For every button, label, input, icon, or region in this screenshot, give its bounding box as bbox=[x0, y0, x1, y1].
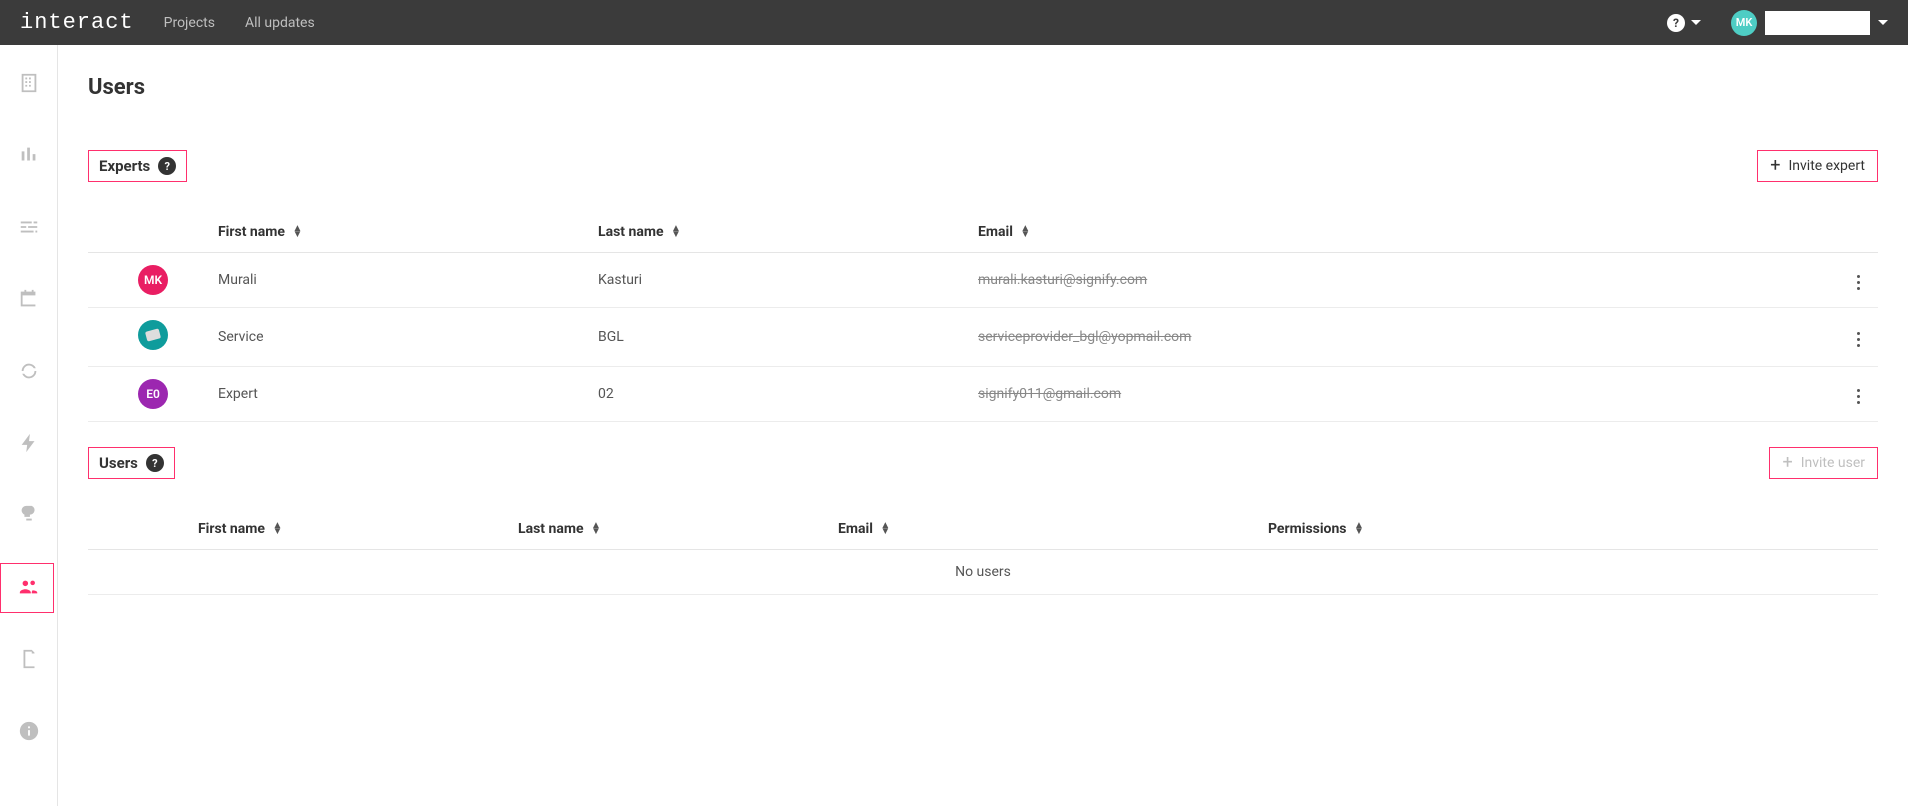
cell-email: serviceprovider_bgl@yopmail.com bbox=[978, 329, 1191, 345]
user-dropdown-chevron-icon[interactable] bbox=[1878, 20, 1888, 25]
sidebar-item-energy[interactable] bbox=[5, 423, 53, 463]
invite-user-button[interactable]: + Invite user bbox=[1769, 447, 1878, 479]
experts-section-header: Experts ? + Invite expert bbox=[88, 150, 1878, 182]
sort-icon: ▲▼ bbox=[880, 523, 890, 535]
cell-first-name: Service bbox=[208, 308, 588, 367]
sidebar-item-settings[interactable] bbox=[5, 207, 53, 247]
cell-last-name: Kasturi bbox=[588, 253, 968, 308]
sort-icon: ▲▼ bbox=[1020, 226, 1030, 238]
users-col-permissions-label: Permissions bbox=[1268, 521, 1346, 537]
user-avatar[interactable]: MK bbox=[1731, 10, 1757, 36]
users-col-first[interactable]: First name ▲▼ bbox=[188, 509, 508, 550]
sort-icon: ▲▼ bbox=[272, 523, 282, 535]
experts-col-actions bbox=[1818, 212, 1878, 253]
user-context-select[interactable] bbox=[1765, 11, 1870, 35]
sort-icon: ▲▼ bbox=[591, 523, 601, 535]
sidebar-item-building[interactable] bbox=[5, 63, 53, 103]
experts-col-first-label: First name bbox=[218, 224, 285, 240]
cell-last-name: BGL bbox=[588, 308, 968, 367]
users-empty-row: No users bbox=[88, 550, 1878, 595]
info-icon bbox=[18, 720, 40, 742]
users-table: First name ▲▼ Last name ▲▼ Email ▲▼ Perm… bbox=[88, 509, 1878, 595]
users-help-icon[interactable]: ? bbox=[146, 454, 164, 472]
cell-first-name: Expert bbox=[208, 367, 588, 422]
help-icon[interactable]: ? bbox=[1667, 14, 1685, 32]
users-col-last-label: Last name bbox=[518, 521, 584, 537]
help-dropdown-chevron-icon[interactable] bbox=[1691, 20, 1701, 25]
users-icon bbox=[18, 576, 40, 598]
table-row: E0 Expert02 signify011@gmail.com bbox=[88, 367, 1878, 422]
sidebar-item-schedule[interactable] bbox=[5, 279, 53, 319]
sort-icon: ▲▼ bbox=[1354, 523, 1364, 535]
row-menu-kebab-icon[interactable] bbox=[1849, 271, 1868, 294]
content-area: Users Experts ? + Invite expert First na… bbox=[58, 45, 1908, 806]
cell-email: signify011@gmail.com bbox=[978, 386, 1121, 402]
experts-table: First name ▲▼ Last name ▲▼ Email ▲▼ MK Mu… bbox=[88, 212, 1878, 422]
experts-title-box: Experts ? bbox=[88, 150, 187, 182]
experts-col-first[interactable]: First name ▲▼ bbox=[208, 212, 588, 253]
nav-all-updates[interactable]: All updates bbox=[245, 15, 315, 31]
nav-projects[interactable]: Projects bbox=[164, 15, 215, 31]
sidebar-item-info[interactable] bbox=[5, 711, 53, 751]
refresh-icon bbox=[18, 360, 40, 382]
users-col-email-label: Email bbox=[838, 521, 873, 537]
users-title: Users bbox=[99, 454, 138, 472]
experts-col-last-label: Last name bbox=[598, 224, 664, 240]
sort-icon: ▲▼ bbox=[671, 226, 681, 238]
cell-last-name: 02 bbox=[588, 367, 968, 422]
experts-col-email-label: Email bbox=[978, 224, 1013, 240]
row-avatar: E0 bbox=[138, 379, 168, 409]
sidebar-item-users[interactable] bbox=[5, 567, 53, 607]
plus-icon: + bbox=[1770, 157, 1780, 175]
building-icon bbox=[18, 72, 40, 94]
experts-help-icon[interactable]: ? bbox=[158, 157, 176, 175]
invite-user-label: Invite user bbox=[1801, 455, 1865, 471]
users-col-first-label: First name bbox=[198, 521, 265, 537]
plus-icon: + bbox=[1782, 454, 1792, 472]
sidebar-item-analytics[interactable] bbox=[5, 135, 53, 175]
users-section-header: Users ? + Invite user bbox=[88, 447, 1878, 479]
users-col-avatar bbox=[88, 509, 188, 550]
cell-email: murali.kasturi@signify.com bbox=[978, 272, 1147, 288]
sidebar-item-sync[interactable] bbox=[5, 351, 53, 391]
invite-expert-label: Invite expert bbox=[1788, 158, 1865, 174]
users-title-box: Users ? bbox=[88, 447, 175, 479]
row-menu-kebab-icon[interactable] bbox=[1849, 328, 1868, 351]
calendar-icon bbox=[18, 288, 40, 310]
table-row: MK MuraliKasturi murali.kasturi@signify.co… bbox=[88, 253, 1878, 308]
sort-icon: ▲▼ bbox=[292, 226, 302, 238]
sliders-icon bbox=[18, 216, 40, 238]
experts-title: Experts bbox=[99, 157, 150, 175]
page-title: Users bbox=[88, 75, 1878, 100]
users-col-permissions[interactable]: Permissions ▲▼ bbox=[1258, 509, 1878, 550]
sidebar bbox=[0, 45, 58, 806]
row-avatar bbox=[138, 320, 168, 350]
experts-col-last[interactable]: Last name ▲▼ bbox=[588, 212, 968, 253]
sidebar-item-reports[interactable] bbox=[5, 639, 53, 679]
users-empty-text: No users bbox=[88, 550, 1878, 595]
bulb-icon bbox=[18, 504, 40, 526]
lightning-icon bbox=[18, 432, 40, 454]
users-col-email[interactable]: Email ▲▼ bbox=[828, 509, 1258, 550]
invite-expert-button[interactable]: + Invite expert bbox=[1757, 150, 1878, 182]
bar-chart-icon bbox=[18, 144, 40, 166]
experts-col-avatar bbox=[88, 212, 208, 253]
row-menu-kebab-icon[interactable] bbox=[1849, 385, 1868, 408]
brand-logo: interact bbox=[20, 10, 134, 35]
table-row: ServiceBGL serviceprovider_bgl@yopmail.co… bbox=[88, 308, 1878, 367]
users-col-last[interactable]: Last name ▲▼ bbox=[508, 509, 828, 550]
top-navbar: interact Projects All updates ? MK bbox=[0, 0, 1908, 45]
experts-col-email[interactable]: Email ▲▼ bbox=[968, 212, 1818, 253]
sidebar-item-lights[interactable] bbox=[5, 495, 53, 535]
row-avatar: MK bbox=[138, 265, 168, 295]
cell-first-name: Murali bbox=[208, 253, 588, 308]
document-icon bbox=[18, 648, 40, 670]
